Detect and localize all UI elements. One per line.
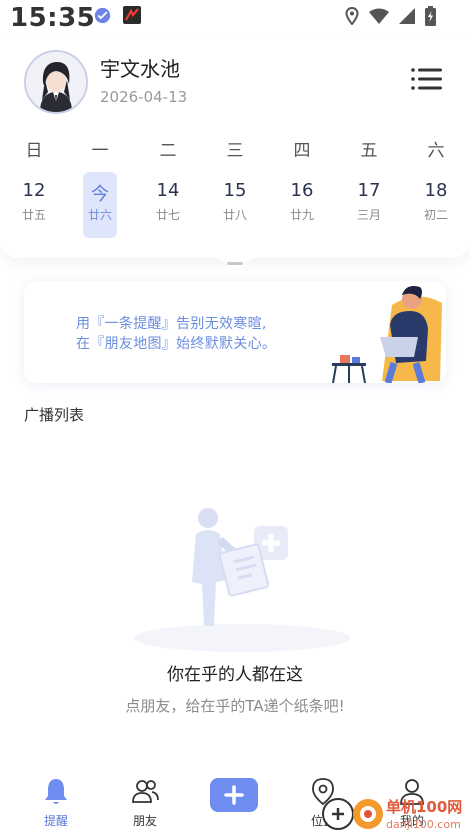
lunar-date: 廿八 xyxy=(222,208,247,222)
header-card: 宇文水池 2026-04-13 日 一 二 三 四 五 六 12 廿五 今 廿六… xyxy=(0,38,470,258)
battery-icon xyxy=(425,6,436,26)
date-cell[interactable]: 18 初二 xyxy=(419,172,453,238)
lunar-date: 廿六 xyxy=(87,208,112,222)
lunar-date: 三月 xyxy=(356,208,381,222)
tab-friends[interactable]: 朋友 xyxy=(115,768,175,836)
date-number: 12 xyxy=(22,180,46,201)
date-number: 18 xyxy=(424,180,448,201)
date-number: 今 xyxy=(91,184,109,205)
weekday-label: 六 xyxy=(427,141,445,161)
friends-icon xyxy=(132,780,159,803)
status-time: 15:35 xyxy=(10,3,96,33)
lunar-date: 初二 xyxy=(423,208,448,222)
weekday-label: 四 xyxy=(293,141,311,161)
avatar-image xyxy=(26,52,86,112)
person-laptop-illustration xyxy=(332,286,442,383)
empty-state-subtitle: 点朋友，给在乎的TA递个纸条吧! xyxy=(125,697,345,715)
menu-icon[interactable] xyxy=(410,66,444,92)
status-right-icons xyxy=(345,6,436,26)
app-notification-icon-2 xyxy=(123,6,141,24)
weekday-header: 日 一 二 三 四 五 六 xyxy=(0,136,470,161)
tab-label: 朋友 xyxy=(132,814,157,828)
plus-icon xyxy=(224,785,244,805)
date-cell[interactable]: 15 廿八 xyxy=(218,172,252,238)
weekday-label: 二 xyxy=(159,141,177,161)
date-cell[interactable]: 12 廿五 xyxy=(17,172,51,238)
date-cell[interactable]: 17 三月 xyxy=(352,172,386,238)
status-bar: 15:35 xyxy=(0,0,470,34)
lunar-date: 廿七 xyxy=(155,208,180,222)
date-cell-today[interactable]: 今 廿六 xyxy=(83,172,117,238)
date-cell[interactable]: 16 廿九 xyxy=(285,172,319,238)
signal-icon xyxy=(399,8,415,24)
wifi-icon xyxy=(369,8,389,24)
promo-banner[interactable]: 用『一条提醒』告别无效寒暄, 在『朋友地图』始终默默关心。 xyxy=(24,281,446,383)
broadcast-list-title: 广播列表 xyxy=(24,406,85,424)
lunar-date: 廿九 xyxy=(289,208,314,222)
banner-text-line-2: 在『朋友地图』始终默默关心。 xyxy=(76,336,277,352)
date-number: 17 xyxy=(357,180,381,201)
watermark-title: 单机100网 xyxy=(386,798,463,816)
avatar[interactable] xyxy=(24,50,88,114)
current-date: 2026-04-13 xyxy=(100,88,188,106)
app-notification-icon xyxy=(94,7,111,24)
bell-icon xyxy=(45,779,67,804)
location-icon xyxy=(345,7,359,25)
weekday-label: 五 xyxy=(360,141,378,161)
weekday-label: 日 xyxy=(25,141,43,161)
date-number: 15 xyxy=(223,180,247,201)
banner-text-line-1: 用『一条提醒』告别无效寒暄, xyxy=(76,316,267,332)
tab-label: 提醒 xyxy=(43,814,68,828)
watermark-url: danji100.com xyxy=(386,818,461,831)
week-dates: 12 廿五 今 廿六 14 廿七 15 廿八 16 廿九 17 三月 18 初二 xyxy=(0,172,470,242)
add-button[interactable] xyxy=(210,778,258,812)
weekday-label: 三 xyxy=(226,141,244,161)
user-name: 宇文水池 xyxy=(100,57,180,81)
empty-state-illustration xyxy=(134,508,350,652)
empty-state-title: 你在乎的人都在这 xyxy=(167,665,303,685)
lunar-date: 廿五 xyxy=(21,208,46,222)
calendar-collapse-handle[interactable] xyxy=(216,256,254,272)
tab-reminders[interactable]: 提醒 xyxy=(26,768,86,836)
weekday-label: 一 xyxy=(91,141,109,161)
date-number: 14 xyxy=(156,180,180,201)
date-cell[interactable]: 14 廿七 xyxy=(151,172,185,238)
date-number: 16 xyxy=(290,180,314,201)
